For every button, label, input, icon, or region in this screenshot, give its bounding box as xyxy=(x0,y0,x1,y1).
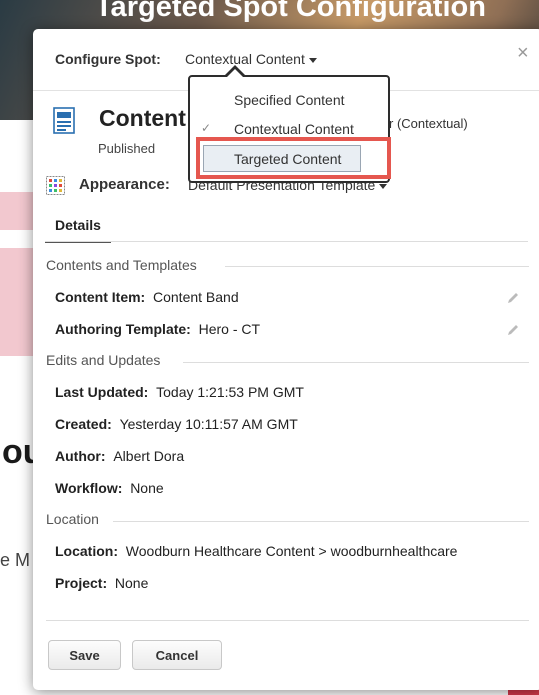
field-label: Project: xyxy=(55,575,108,591)
field-value: None xyxy=(130,480,164,496)
section-location: Location xyxy=(46,511,99,527)
footer-divider xyxy=(46,620,529,621)
field-label: Author: xyxy=(55,448,106,464)
field-location: Location: Woodburn Healthcare Content > … xyxy=(55,543,457,559)
field-value: Woodburn Healthcare Content > woodburnhe… xyxy=(125,543,458,559)
background-block xyxy=(0,192,34,230)
menu-item-label: Targeted Content xyxy=(234,151,342,167)
background-text: e M xyxy=(0,550,31,570)
field-label: Authoring Template: xyxy=(55,321,191,337)
background-block xyxy=(0,248,34,356)
status-label: Published xyxy=(98,141,156,156)
appearance-label: Appearance: xyxy=(79,176,170,193)
document-icon xyxy=(53,107,75,134)
field-value: Yesterday 10:11:57 AM GMT xyxy=(119,416,298,432)
field-value: Today 1:21:53 PM GMT xyxy=(156,384,304,400)
cancel-button[interactable]: Cancel xyxy=(132,640,222,670)
field-value: None xyxy=(114,575,149,591)
tab-divider xyxy=(45,241,528,242)
caret-down-icon xyxy=(379,183,388,189)
field-value: Content Band xyxy=(153,289,239,305)
template-grid-icon xyxy=(46,176,65,195)
field-authoring-template: Authoring Template: Hero - CT xyxy=(55,321,260,337)
caret-down-icon xyxy=(308,57,317,63)
field-label: Workflow: xyxy=(55,480,123,496)
spot-type-dropdown-toggle[interactable]: Contextual Content xyxy=(185,51,317,67)
dropdown-pointer-inner xyxy=(227,69,243,77)
checkmark-icon: ✓ xyxy=(201,121,212,135)
field-label: Location: xyxy=(55,543,118,559)
configure-spot-label: Configure Spot: xyxy=(55,51,161,67)
menu-item-label: Contextual Content xyxy=(234,121,354,137)
field-value: Albert Dora xyxy=(113,448,185,464)
field-project: Project: None xyxy=(55,575,148,591)
field-workflow: Workflow: None xyxy=(55,480,164,496)
edit-pencil-icon[interactable] xyxy=(505,290,521,306)
field-content-item: Content Item: Content Band xyxy=(55,289,239,305)
content-context-tag: r (Contextual) xyxy=(389,116,468,131)
save-button[interactable]: Save xyxy=(48,640,121,670)
field-created: Created: Yesterday 10:11:57 AM GMT xyxy=(55,416,298,432)
field-label: Last Updated: xyxy=(55,384,149,400)
close-button[interactable]: × xyxy=(517,42,529,65)
tab-details[interactable]: Details xyxy=(45,211,111,243)
section-contents-templates: Contents and Templates xyxy=(46,257,197,273)
menu-item-label: Specified Content xyxy=(234,92,345,108)
section-divider xyxy=(183,362,529,363)
edit-pencil-icon[interactable] xyxy=(505,322,521,338)
section-divider xyxy=(113,521,529,522)
field-last-updated: Last Updated: Today 1:21:53 PM GMT xyxy=(55,384,304,400)
field-value: Hero - CT xyxy=(198,321,261,337)
page-heading: Targeted Spot Configuration xyxy=(95,0,486,23)
field-label: Created: xyxy=(55,416,112,432)
section-divider xyxy=(225,266,529,267)
section-edits-updates: Edits and Updates xyxy=(46,352,161,368)
field-label: Content Item: xyxy=(55,289,146,305)
field-author: Author: Albert Dora xyxy=(55,448,184,464)
menu-item-targeted-content[interactable]: Targeted Content xyxy=(203,145,361,172)
